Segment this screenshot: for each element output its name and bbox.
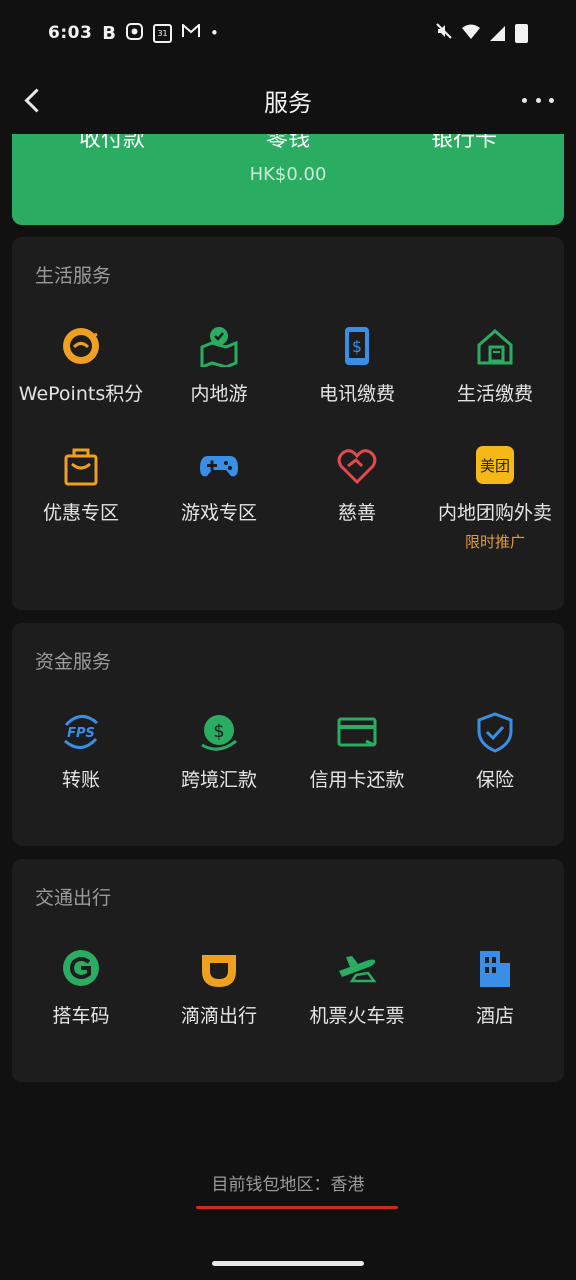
back-button[interactable]: [14, 82, 50, 118]
meituan-icon: 美团: [474, 444, 516, 486]
balance-label: 零钱: [265, 134, 310, 152]
funds-services-grid: FPS 转账 $ 跨境汇款 信用卡还款 保险: [12, 695, 564, 796]
service-label: 酒店: [475, 1005, 514, 1027]
more-dot: [522, 97, 527, 103]
transport-section: 交通出行 搭车码 滴滴出行 机票火车票 酒店: [12, 859, 564, 1082]
wallet-region-text[interactable]: 目前钱包地区：香港: [0, 1170, 576, 1195]
service-wepoints[interactable]: WePoints积分: [14, 309, 149, 410]
b-icon: B: [102, 22, 117, 44]
heart-hands-icon: [336, 444, 378, 486]
section-title: 交通出行: [35, 887, 112, 909]
service-label: 生活缴费: [456, 383, 533, 405]
meituan-logo-text: 美团: [480, 457, 510, 475]
mute-icon: [436, 23, 452, 43]
cross-border-remit-icon: $: [198, 711, 240, 753]
service-charity[interactable]: 慈善: [290, 428, 425, 552]
service-label: 转账: [61, 769, 100, 791]
service-label: 保险: [475, 769, 514, 791]
service-label: 优惠专区: [42, 502, 119, 524]
service-ride-code[interactable]: 搭车码: [14, 931, 149, 1032]
service-hotel[interactable]: 酒店: [428, 931, 563, 1032]
service-mainland-travel[interactable]: 内地游: [152, 309, 287, 410]
svg-text:$: $: [213, 721, 224, 742]
page-title: 服务: [264, 88, 312, 117]
shield-check-icon: [474, 711, 516, 753]
transport-grid: 搭车码 滴滴出行 机票火车票 酒店: [12, 931, 564, 1032]
ride-code-icon: [60, 947, 102, 989]
service-flight-train[interactable]: 机票火车票: [290, 931, 425, 1032]
service-label: 机票火车票: [309, 1005, 405, 1027]
cell-signal-icon: [490, 25, 505, 41]
life-services-section: 生活服务 WePoints积分 内地游 $ 电讯缴费 生活缴费 优惠专区 游戏专…: [12, 237, 564, 610]
didi-icon: [198, 947, 240, 989]
service-insurance[interactable]: 保险: [428, 695, 563, 796]
section-title: 资金服务: [35, 651, 112, 673]
collect-pay-button[interactable]: 收付款: [20, 134, 204, 154]
service-deals[interactable]: 优惠专区: [14, 428, 149, 552]
service-cross-border-remit[interactable]: $ 跨境汇款: [152, 695, 287, 796]
service-label: 滴滴出行: [180, 1005, 257, 1027]
service-label: WePoints积分: [18, 383, 144, 405]
service-label: 慈善: [337, 502, 376, 524]
scroll-content[interactable]: 收付款 零钱 HK$0.00 银行卡 生活服务 WePoints积分 内地游 $…: [0, 134, 576, 1280]
gift-bag-icon: [60, 444, 102, 486]
bank-card-button[interactable]: 银行卡: [372, 134, 556, 154]
status-right: [436, 23, 528, 43]
notification-dot: •: [210, 24, 219, 42]
more-dot: [535, 97, 541, 103]
service-didi[interactable]: 滴滴出行: [152, 931, 287, 1032]
funds-services-section: 资金服务 FPS 转账 $ 跨境汇款 信用卡还款 保险: [12, 623, 564, 846]
status-time: 6:03: [48, 23, 93, 43]
red-underline-annotation: [196, 1206, 398, 1209]
service-meituan[interactable]: 美团 内地团购外卖 限时推广: [428, 428, 563, 552]
more-options-button[interactable]: [522, 86, 554, 114]
service-label: 跨境汇款: [180, 769, 257, 791]
gmail-icon: [182, 22, 201, 42]
service-label: 游戏专区: [180, 502, 257, 524]
plane-train-icon: [336, 947, 378, 989]
service-utility-payment[interactable]: 生活缴费: [428, 309, 563, 410]
svg-text:$: $: [352, 337, 362, 356]
service-label: 搭车码: [52, 1005, 110, 1027]
section-title: 生活服务: [35, 265, 112, 287]
home-indicator[interactable]: [212, 1261, 364, 1266]
collect-pay-label: 收付款: [78, 134, 145, 152]
service-games[interactable]: 游戏专区: [152, 428, 287, 552]
status-bar: 6:03 B 31 •: [0, 0, 576, 66]
wepoints-icon: [60, 325, 102, 367]
service-telecom-payment[interactable]: $ 电讯缴费: [290, 309, 425, 410]
promo-tag: 限时推广: [464, 533, 525, 551]
phone-dollar-icon: $: [336, 325, 378, 367]
credit-card-icon: [336, 711, 378, 753]
life-services-grid: WePoints积分 内地游 $ 电讯缴费 生活缴费 优惠专区 游戏专区 慈善 …: [12, 309, 564, 552]
hotel-building-icon: [474, 947, 516, 989]
battery-icon: [515, 23, 528, 43]
service-transfer[interactable]: FPS 转账: [14, 695, 149, 796]
header: 服务: [0, 66, 576, 134]
fps-icon: FPS: [60, 711, 102, 753]
wallet-summary-card: 收付款 零钱 HK$0.00 银行卡: [12, 134, 564, 225]
wifi-icon: [462, 24, 480, 43]
balance-button[interactable]: 零钱 HK$0.00: [196, 134, 380, 185]
fps-logo-text: FPS: [67, 726, 95, 741]
calendar-icon: 31: [153, 23, 173, 43]
more-dot: [549, 97, 554, 103]
service-label: 内地团购外卖: [437, 502, 552, 524]
balance-amount: HK$0.00: [249, 164, 327, 185]
service-label: 内地游: [190, 383, 248, 405]
map-pin-icon: [198, 325, 240, 367]
gamepad-icon: [198, 444, 240, 486]
status-left: 6:03 B 31 •: [48, 22, 219, 44]
service-credit-card-repay[interactable]: 信用卡还款: [290, 695, 425, 796]
service-label: 信用卡还款: [309, 769, 405, 791]
app-notification-icon: [126, 22, 144, 44]
house-bill-icon: [474, 325, 516, 367]
service-label: 电讯缴费: [318, 383, 395, 405]
bank-card-label: 银行卡: [430, 134, 497, 152]
